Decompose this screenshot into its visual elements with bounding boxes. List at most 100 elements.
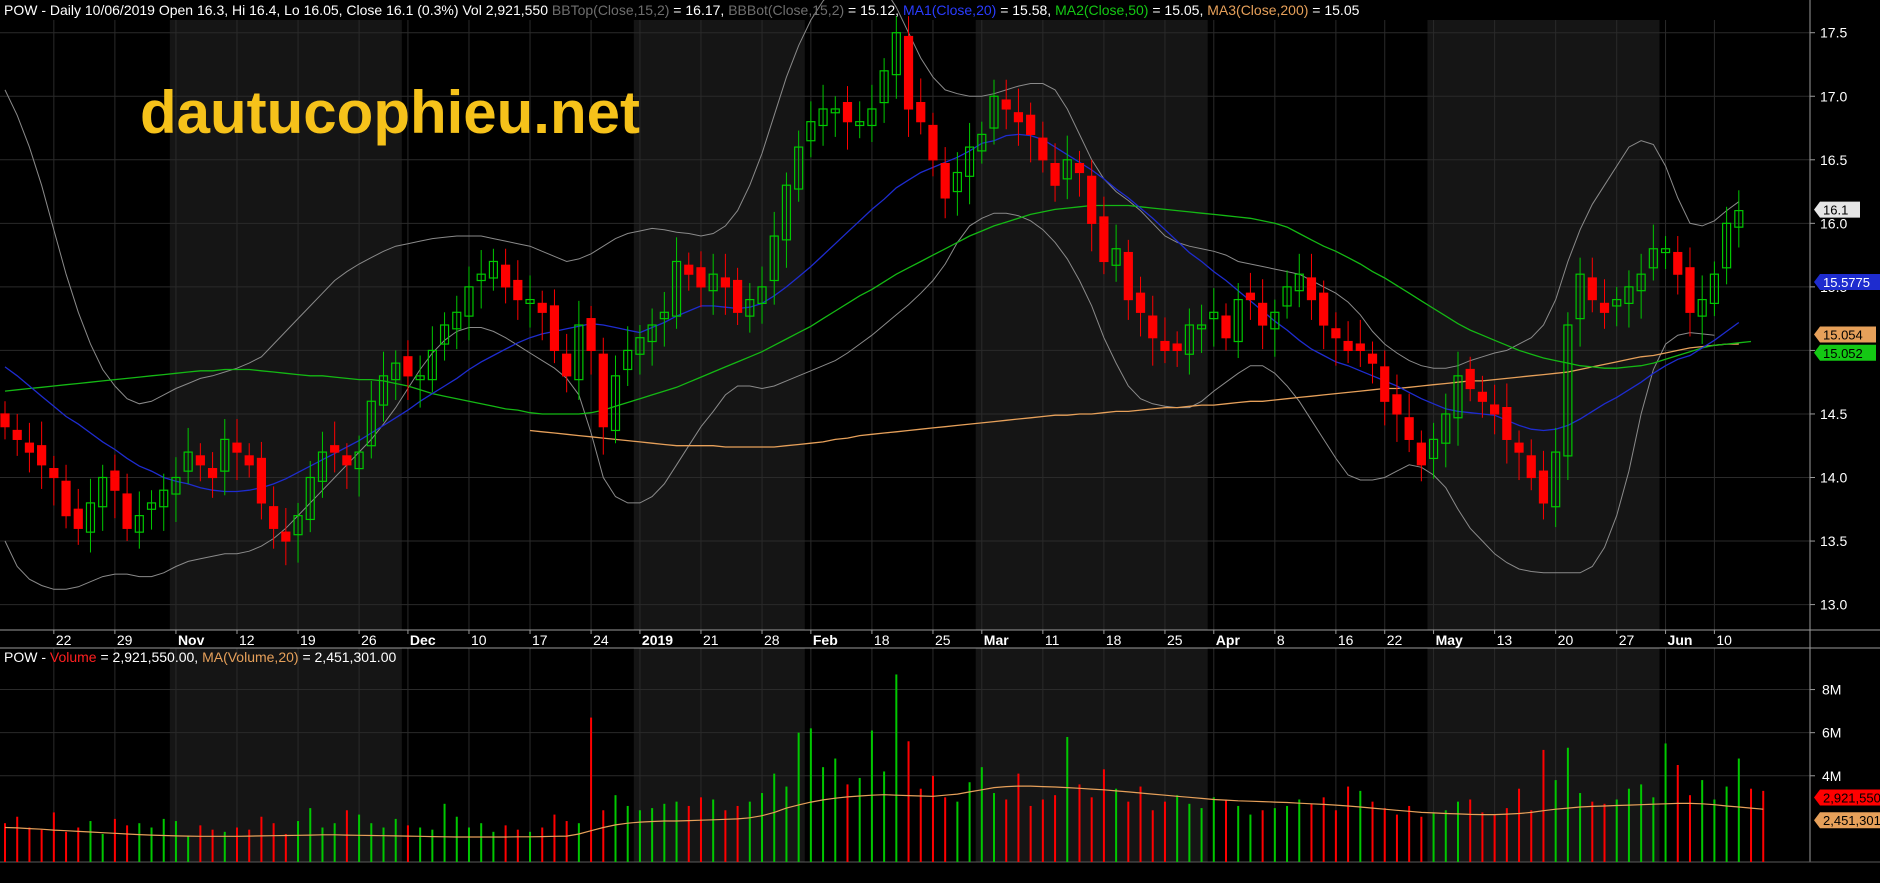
- candle-body: [513, 279, 523, 301]
- candle-body: [1599, 302, 1610, 313]
- volume-bar: [272, 823, 275, 862]
- candle-body: [1245, 292, 1256, 301]
- x-tick-label: 26: [361, 632, 377, 648]
- x-tick-label: 22: [56, 632, 72, 648]
- volume-bar: [174, 821, 177, 862]
- volume-bar: [834, 758, 837, 862]
- candle-body: [1087, 175, 1097, 224]
- candle-body: [73, 508, 83, 529]
- volume-bar: [944, 797, 947, 862]
- candle-body: [49, 468, 59, 479]
- candle-body: [1013, 112, 1024, 123]
- candle-body: [1416, 442, 1426, 466]
- legend-bbbot-value: = 15.12,: [844, 2, 903, 18]
- volume-bar: [773, 773, 776, 862]
- volume-bar: [1102, 769, 1105, 862]
- volume-bar: [1664, 743, 1667, 862]
- volume-bar: [663, 803, 666, 862]
- volume-bar: [199, 825, 202, 862]
- volume-bar: [1456, 801, 1459, 862]
- volume-bar: [1090, 797, 1093, 862]
- x-tick-label: 25: [1167, 632, 1183, 648]
- candle-body: [207, 468, 218, 479]
- volume-bar: [431, 829, 434, 862]
- candle-body: [537, 302, 547, 313]
- x-tick-label: 8: [1277, 632, 1285, 648]
- month-band: [975, 20, 1208, 630]
- volume-bar: [1163, 801, 1166, 862]
- candle-body: [122, 493, 132, 529]
- volume-bar: [1078, 784, 1081, 862]
- candle-body: [12, 429, 22, 440]
- legend-volume-value: = 2,921,550.00,: [96, 649, 203, 665]
- price-header: POW - Daily 10/06/2019 Open 16.3, Hi 16.…: [4, 1, 1359, 19]
- candle-body: [1074, 163, 1085, 174]
- y-tick-label: 4M: [1822, 768, 1841, 784]
- volume-bar: [455, 816, 458, 862]
- volume-bar: [931, 775, 934, 862]
- volume-bar: [1188, 803, 1191, 862]
- volume-bar: [1518, 788, 1521, 862]
- volume-bar: [626, 805, 629, 862]
- volume-bar: [52, 812, 55, 862]
- candle-body: [501, 264, 511, 288]
- volume-bar: [870, 730, 873, 862]
- volume-bar: [1334, 810, 1337, 862]
- volume-bar: [1737, 758, 1740, 862]
- volume-bar: [541, 827, 544, 862]
- x-tick-label: 18: [1106, 632, 1122, 648]
- x-tick-label: 25: [935, 632, 951, 648]
- x-tick-label: 13: [1497, 632, 1513, 648]
- volume-bar: [235, 827, 238, 862]
- volume-bar: [1640, 784, 1643, 862]
- candle-body: [1367, 353, 1378, 364]
- volume-bar: [1212, 797, 1215, 862]
- candle-body: [37, 445, 47, 466]
- volume-bar: [1298, 799, 1301, 862]
- volume-bar: [297, 821, 300, 862]
- candle-body: [598, 353, 608, 428]
- y-tick-label: 17.0: [1820, 88, 1847, 104]
- x-tick-label: Nov: [178, 632, 205, 648]
- volume-bar: [1139, 786, 1142, 862]
- volume-bar: [16, 816, 19, 862]
- volume-bar: [138, 823, 141, 862]
- candle-body: [1380, 366, 1390, 402]
- volume-bar: [1066, 736, 1069, 862]
- volume-bar: [1041, 799, 1044, 862]
- candle-body: [1319, 292, 1329, 326]
- candle-body: [1673, 251, 1683, 275]
- volume-bar: [1310, 803, 1313, 862]
- x-tick-label: 24: [593, 632, 609, 648]
- volume-bar: [1249, 814, 1252, 862]
- volume-bar: [1688, 795, 1691, 862]
- volume-bar: [211, 829, 214, 862]
- volume-bar: [822, 767, 825, 862]
- x-tick-label: 21: [703, 632, 719, 648]
- candle-body: [1465, 368, 1475, 390]
- volume-bar: [370, 823, 373, 862]
- volume-bar: [1750, 788, 1753, 862]
- volume-bar: [162, 818, 165, 862]
- volume-bar: [1481, 812, 1484, 862]
- candle-body: [1306, 277, 1317, 301]
- candle-body: [1172, 343, 1182, 352]
- price-tag-ma3: 15.054: [1823, 328, 1863, 343]
- volume-bar: [382, 827, 385, 862]
- volume-bar: [260, 816, 263, 862]
- volume-bar: [651, 808, 654, 862]
- legend-ma2-label: MA2(Close,50): [1055, 2, 1149, 18]
- volume-tag-last: 2,921,550: [1823, 790, 1880, 805]
- candle-body: [281, 531, 291, 542]
- x-tick-label: 29: [117, 632, 133, 648]
- candle-body: [403, 356, 413, 377]
- x-tick-label: Apr: [1216, 632, 1241, 648]
- chart-root: 17.517.016.516.015.515.014.514.013.513.0…: [0, 0, 1880, 878]
- volume-bar: [516, 829, 519, 862]
- legend-bbtop-label: BBTop(Close,15,2): [551, 2, 670, 18]
- candle-body: [1477, 391, 1488, 402]
- y-tick-label: 6M: [1822, 725, 1841, 741]
- volume-tag-ma: 2,451,301: [1823, 813, 1880, 828]
- candle-body: [903, 35, 914, 110]
- price-tag-last: 16.1: [1823, 203, 1848, 218]
